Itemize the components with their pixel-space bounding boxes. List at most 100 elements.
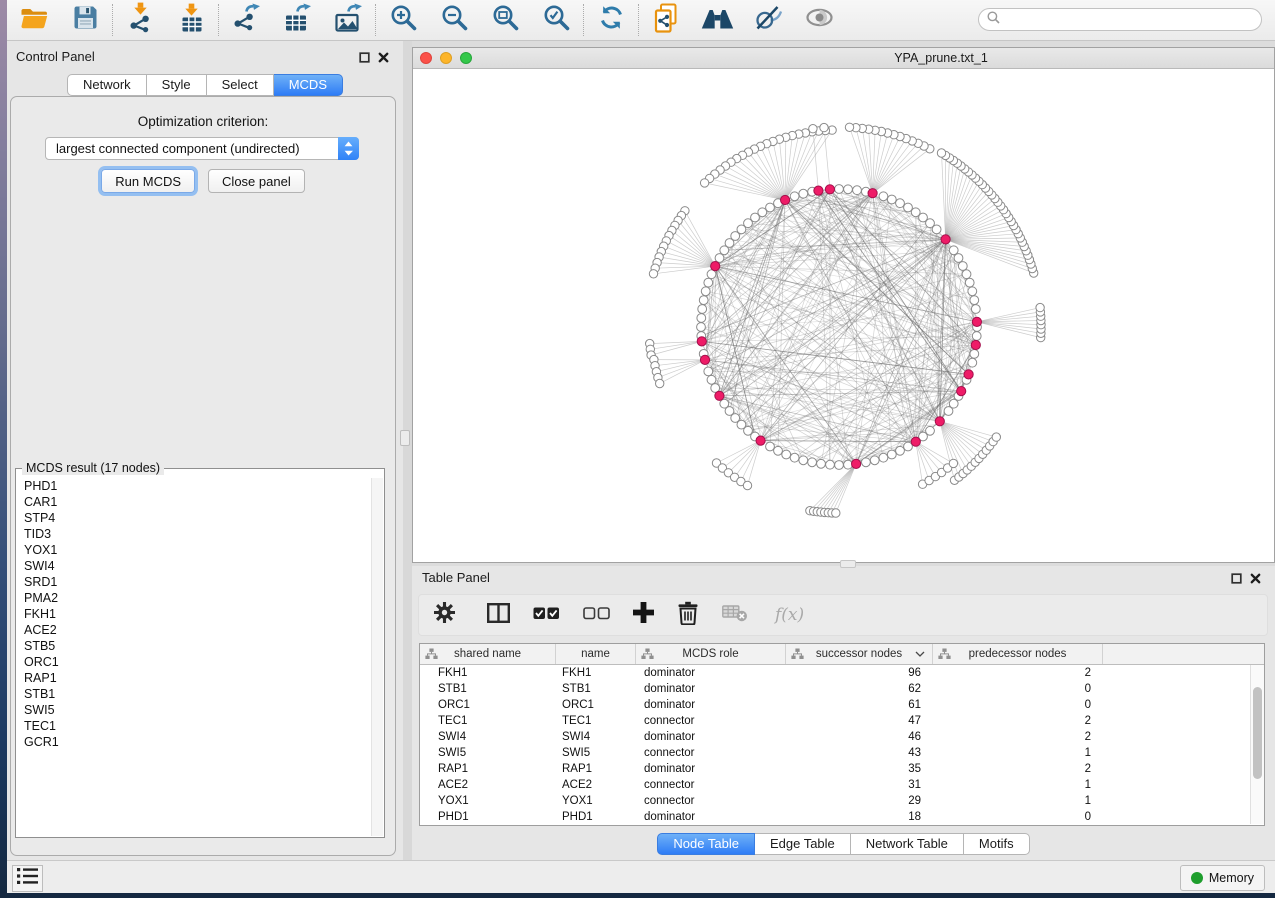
table-cell-successor_nodes: 43 <box>786 745 933 761</box>
mcds-result-item[interactable]: TEC1 <box>17 718 372 734</box>
vertical-splitter[interactable] <box>396 41 412 860</box>
list-icon <box>16 866 40 891</box>
tab-motifs[interactable]: Motifs <box>964 833 1030 855</box>
search-input[interactable] <box>1005 12 1261 28</box>
table-row[interactable]: STB1STB1dominator620 <box>420 681 1250 697</box>
memory-label: Memory <box>1209 871 1254 885</box>
mcds-result-item[interactable]: PHD1 <box>17 478 372 494</box>
close-window-icon[interactable] <box>420 52 432 64</box>
network-node <box>826 460 835 469</box>
splitter-grabber[interactable] <box>400 430 410 446</box>
search-field[interactable] <box>978 8 1262 31</box>
import-network-button[interactable] <box>124 4 156 36</box>
mcds-result-item[interactable]: FKH1 <box>17 606 372 622</box>
zoom-selected-button[interactable] <box>540 4 572 36</box>
table-row[interactable]: PHD1PHD1dominator180 <box>420 809 1250 825</box>
mcds-result-item[interactable]: SRD1 <box>17 574 372 590</box>
mcds-result-item[interactable]: ORC1 <box>17 654 372 670</box>
mcds-result-item[interactable]: GCR1 <box>17 734 372 750</box>
mcds-result-item[interactable]: YOX1 <box>17 542 372 558</box>
criterion-dropdown[interactable]: largest connected component (undirected) <box>45 137 359 160</box>
hide-selected-button[interactable] <box>752 4 784 36</box>
task-history-button[interactable] <box>12 865 43 892</box>
mcds-result-item[interactable]: TID3 <box>17 526 372 542</box>
run-mcds-button[interactable]: Run MCDS <box>101 169 195 193</box>
save-session-button[interactable] <box>69 4 101 36</box>
add-column-icon[interactable] <box>633 602 654 628</box>
mcds-hub-node <box>964 370 973 379</box>
refresh-button[interactable] <box>595 4 627 36</box>
mcds-hub-node <box>700 355 709 364</box>
zoom-out-button[interactable] <box>438 4 470 36</box>
control-panel-title: Control Panel <box>16 49 95 64</box>
tab-node-table[interactable]: Node Table <box>657 833 755 855</box>
table-row[interactable]: SWI5SWI5connector431 <box>420 745 1250 761</box>
show-hidden-button[interactable] <box>803 4 835 36</box>
select-all-icon[interactable] <box>533 606 560 625</box>
export-network-button[interactable] <box>230 4 262 36</box>
trash-icon[interactable] <box>677 601 699 630</box>
optimization-criterion-label: Optimization criterion: <box>11 114 395 129</box>
mcds-result-item[interactable]: STB1 <box>17 686 372 702</box>
network-canvas[interactable] <box>413 69 1274 560</box>
import-table-button[interactable] <box>175 4 207 36</box>
mcds-result-item[interactable]: CAR1 <box>17 494 372 510</box>
scrollbar-thumb[interactable] <box>1253 687 1262 779</box>
leaf-node <box>743 481 751 489</box>
float-panel-icon[interactable] <box>1231 571 1242 589</box>
maximize-window-icon[interactable] <box>460 52 472 64</box>
tab-select[interactable]: Select <box>207 74 274 96</box>
close-panel-icon[interactable] <box>1250 571 1261 589</box>
zoom-in-button[interactable] <box>387 4 419 36</box>
mcds-result-item[interactable]: PMA2 <box>17 590 372 606</box>
table-row[interactable]: TEC1TEC1connector472 <box>420 713 1250 729</box>
table-scrollbar[interactable] <box>1250 665 1264 824</box>
table-row[interactable]: SWI4SWI4dominator462 <box>420 729 1250 745</box>
tab-style[interactable]: Style <box>147 74 207 96</box>
leaf-node <box>656 379 664 387</box>
zoom-fit-button[interactable] <box>489 4 521 36</box>
mcds-result-item[interactable]: RAP1 <box>17 670 372 686</box>
export-table-button[interactable] <box>281 4 313 36</box>
close-panel-button[interactable]: Close panel <box>208 169 305 193</box>
network-node <box>887 450 896 459</box>
column-header-name[interactable]: name <box>556 644 636 664</box>
tab-mcds[interactable]: MCDS <box>274 74 343 96</box>
mcds-result-list[interactable]: PHD1CAR1STP4TID3YOX1SWI4SRD1PMA2FKH1ACE2… <box>17 478 372 836</box>
column-header-successor-nodes[interactable]: successor nodes <box>786 644 933 664</box>
mcds-list-scrollbar[interactable] <box>371 478 383 836</box>
mcds-result-item[interactable]: SWI4 <box>17 558 372 574</box>
table-cell-mcds_role: dominator <box>636 681 786 697</box>
column-header-shared-name[interactable]: shared name <box>420 644 556 664</box>
memory-button[interactable]: Memory <box>1180 865 1265 891</box>
share-document-button[interactable] <box>650 4 682 36</box>
float-panel-icon[interactable] <box>359 50 370 68</box>
column-header-predecessor-nodes[interactable]: predecessor nodes <box>933 644 1103 664</box>
table-cell-shared_name: TEC1 <box>420 713 556 729</box>
table-row[interactable]: FKH1FKH1dominator962 <box>420 665 1250 681</box>
close-panel-icon[interactable] <box>378 50 389 68</box>
first-neighbors-button[interactable] <box>701 4 733 36</box>
deselect-all-icon[interactable] <box>583 606 610 625</box>
mcds-result-item[interactable]: ACE2 <box>17 622 372 638</box>
table-row[interactable]: ACE2ACE2connector311 <box>420 777 1250 793</box>
mcds-result-item[interactable]: STB5 <box>17 638 372 654</box>
tab-edge-table[interactable]: Edge Table <box>755 833 851 855</box>
mcds-result-item[interactable]: STP4 <box>17 510 372 526</box>
export-image-button[interactable] <box>332 4 364 36</box>
table-row[interactable]: YOX1YOX1connector291 <box>420 793 1250 809</box>
mcds-hub-node <box>715 391 724 400</box>
show-columns-icon[interactable] <box>487 603 510 628</box>
table-row[interactable]: ORC1ORC1dominator610 <box>420 697 1250 713</box>
table-row[interactable]: RAP1RAP1dominator352 <box>420 761 1250 777</box>
tab-network[interactable]: Network <box>67 74 147 96</box>
mcds-result-item[interactable]: SWI5 <box>17 702 372 718</box>
gear-icon[interactable] <box>433 601 456 629</box>
network-node <box>887 195 896 204</box>
column-header-MCDS-role[interactable]: MCDS role <box>636 644 786 664</box>
network-window-titlebar[interactable]: YPA_prune.txt_1 <box>413 48 1274 69</box>
tab-network-table[interactable]: Network Table <box>851 833 964 855</box>
open-session-button[interactable] <box>18 4 50 36</box>
minimize-window-icon[interactable] <box>440 52 452 64</box>
horizontal-splitter[interactable] <box>840 560 856 568</box>
